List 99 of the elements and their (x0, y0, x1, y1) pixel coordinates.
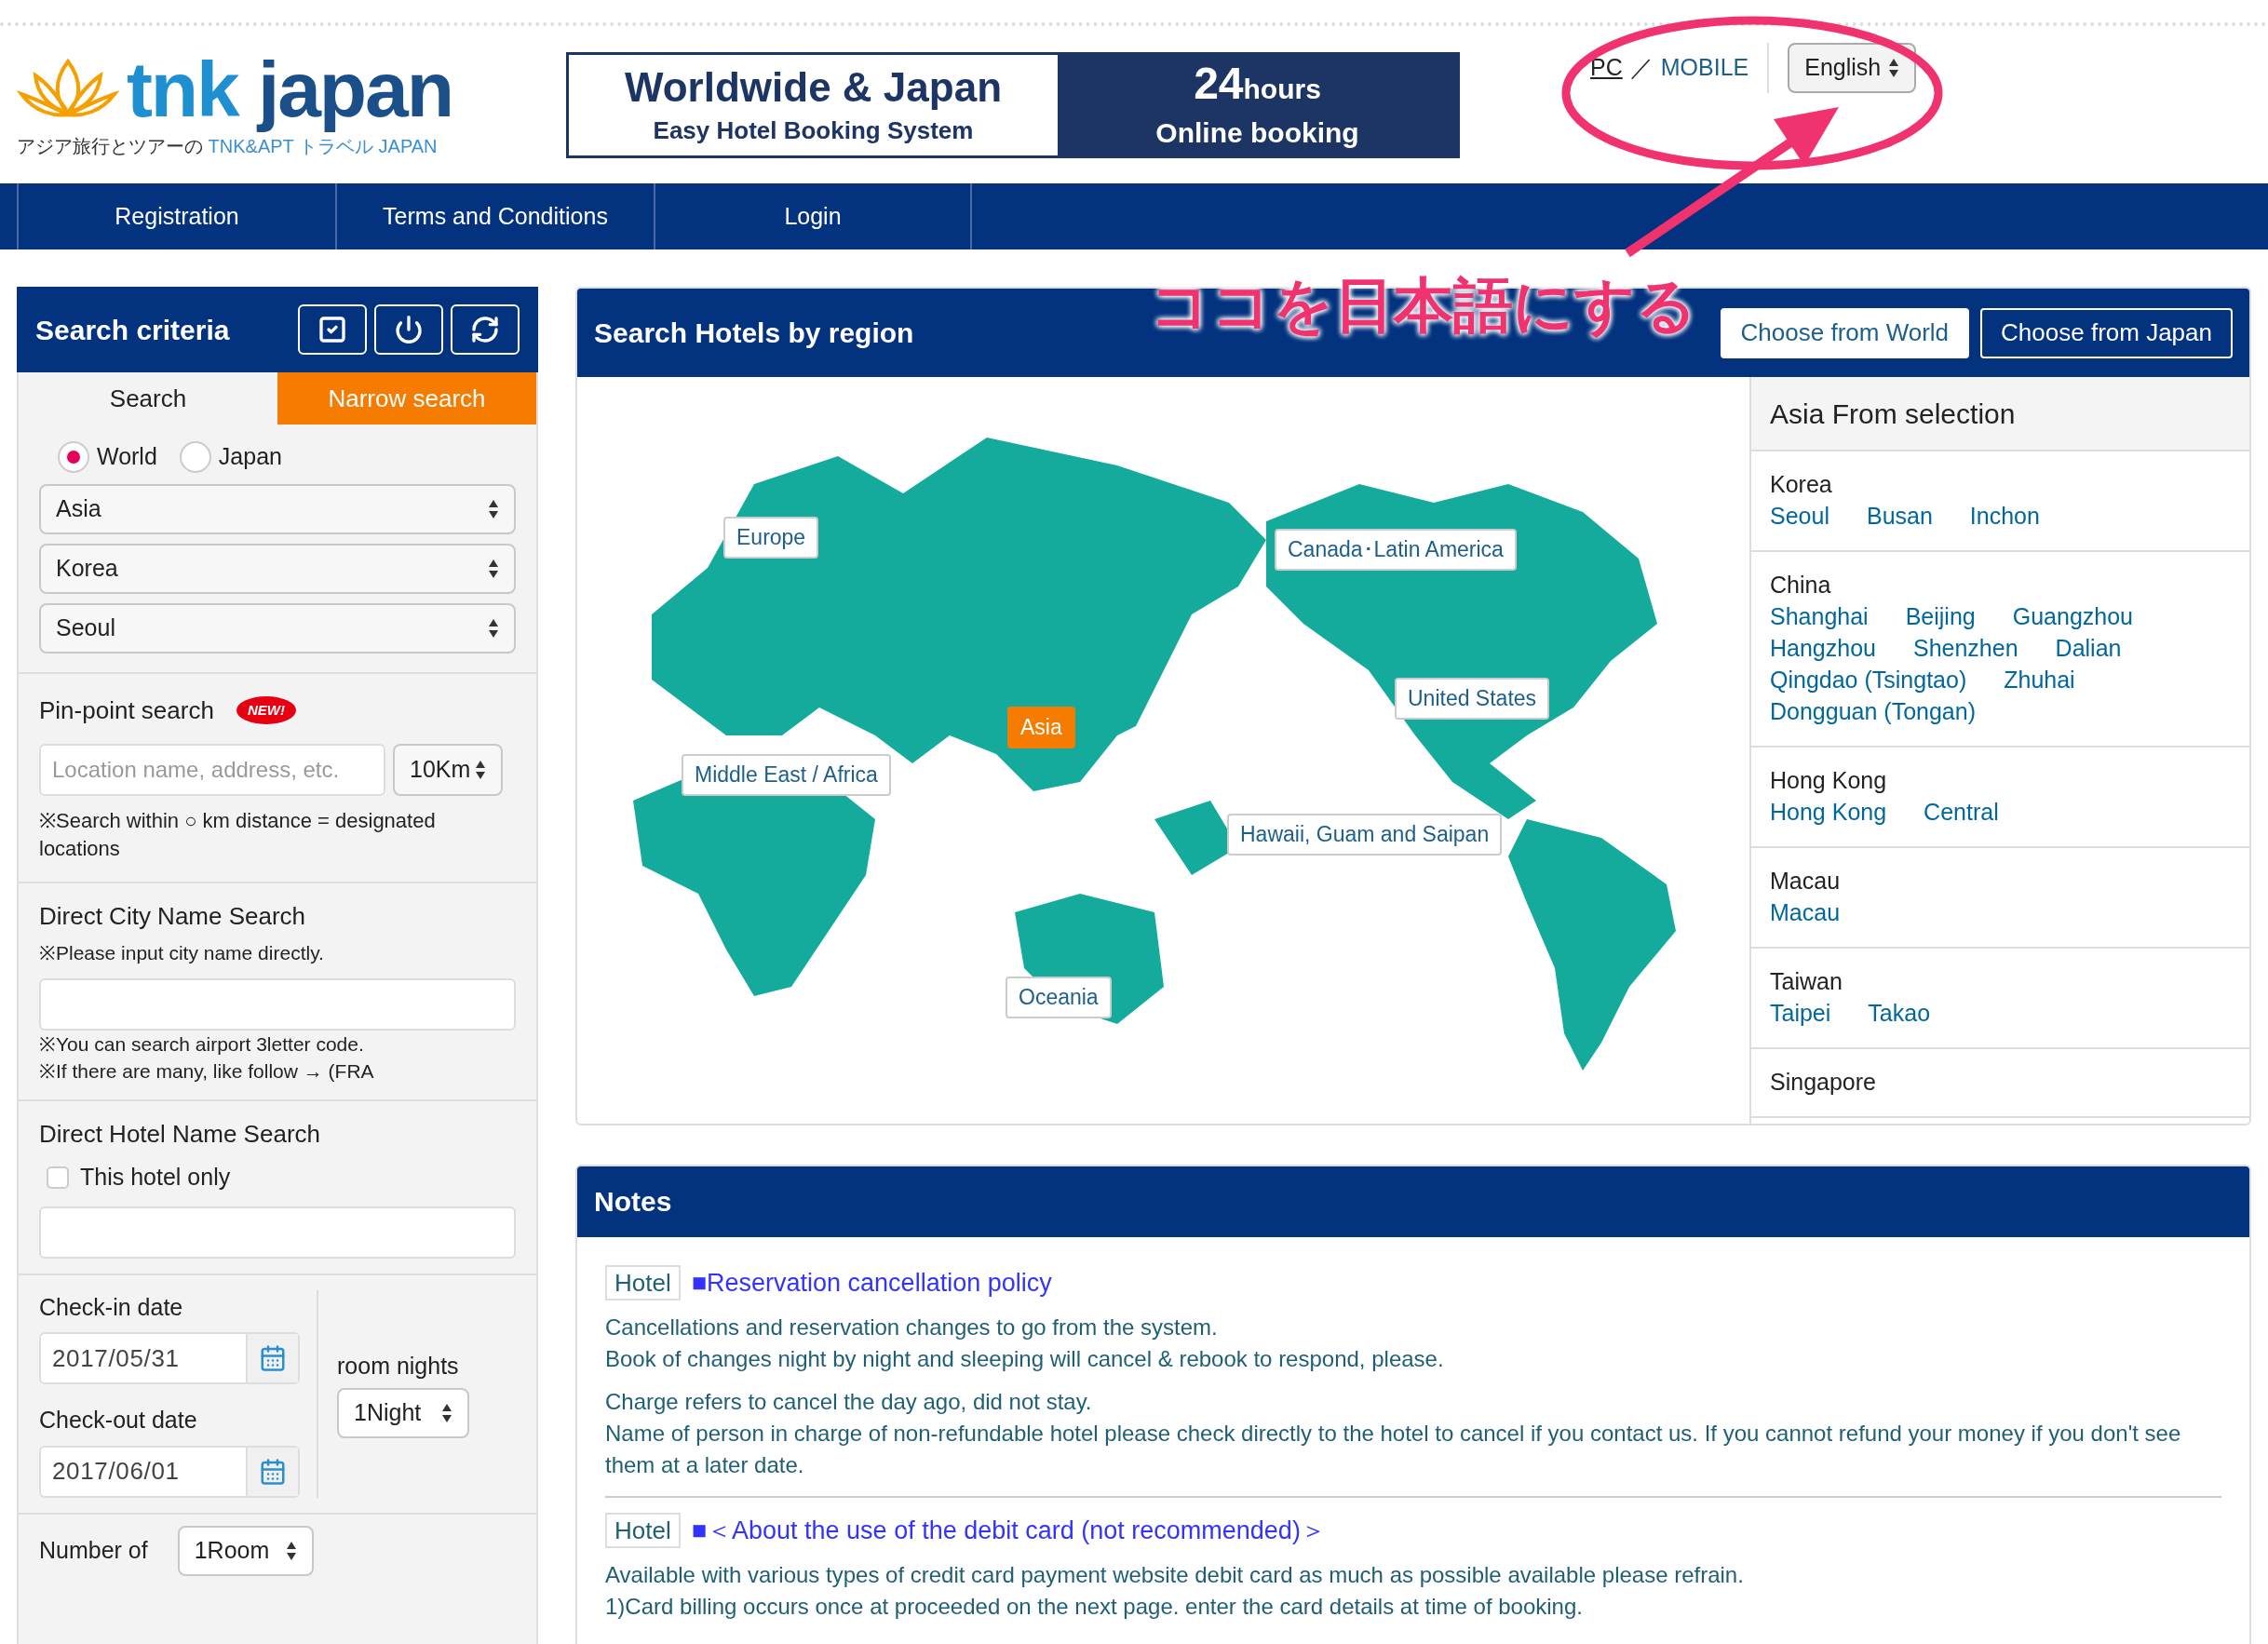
hotel-only-checkbox[interactable]: This hotel only (39, 1160, 516, 1195)
region-select[interactable]: Asia (39, 483, 516, 534)
scope-radio[interactable]: World (58, 439, 157, 475)
link-separator: ／ (1629, 52, 1654, 82)
nav-link[interactable]: Login (654, 183, 972, 249)
region-label[interactable]: Hawaii, Guam and Saipan (1227, 814, 1503, 856)
note-tag: Hotel (605, 1513, 681, 1548)
note-heading: ■＜About the use of the debit card (not recommended)＞ (691, 1516, 1326, 1546)
calendar-icon[interactable] (259, 1457, 287, 1486)
note-text: Book of changes night by night and sleeping will cancel & rebook to respond, please. (605, 1345, 1445, 1373)
note-heading: ■Reservation cancellation policy (691, 1268, 1052, 1299)
country-name: Singapore (1770, 1068, 1877, 1097)
nights-select[interactable]: 1Night (337, 1387, 469, 1438)
checkbox-icon (317, 315, 347, 344)
city-link[interactable]: Zhuhai (2004, 664, 2075, 695)
city-link[interactable]: Shenzhen (1913, 632, 2018, 664)
hotel-name-field[interactable] (39, 1206, 516, 1259)
city-note: ※You can search airport 3letter code. (39, 1032, 365, 1057)
nav-link[interactable]: Registration (17, 183, 335, 249)
logo-tagline: アジア旅行とツアーの TNK&APT トラベル JAPAN (17, 134, 439, 158)
date-field[interactable]: 2017/05/31 (39, 1332, 300, 1384)
refresh-icon (470, 315, 500, 344)
city-link[interactable]: Beijing (1905, 600, 1976, 632)
section-title: Direct Hotel Name Search (39, 1119, 321, 1150)
region-label[interactable]: Oceania (1006, 977, 1112, 1018)
rooms-label: Number of (39, 1535, 148, 1565)
location-field[interactable]: Location name, address, etc. (39, 743, 385, 796)
city-link[interactable]: Taipei (1770, 997, 1831, 1029)
scope-radio[interactable]: Japan (179, 439, 282, 475)
city-link[interactable]: Hong Kong (1770, 796, 1887, 828)
city-link[interactable]: Macau (1770, 896, 1841, 928)
nights-label: room nights (337, 1352, 460, 1381)
choose-button[interactable]: Choose from World (1720, 307, 1970, 358)
city-link[interactable]: Dalian (2055, 632, 2122, 664)
select-arrows-icon (441, 1402, 452, 1423)
city-link[interactable]: Guangzhou (2012, 600, 2133, 632)
annotation-text: ココを日本語にする (1150, 271, 1697, 341)
banner-subtitle: Easy Hotel Booking System (653, 115, 974, 146)
city-link[interactable]: Central (1924, 796, 1999, 828)
city-link[interactable]: Seoul (1770, 500, 1829, 532)
check-button[interactable] (298, 304, 367, 355)
select-arrows-icon (488, 498, 499, 519)
region-label[interactable]: Middle East / Africa (682, 754, 891, 796)
city-link[interactable]: Qingdao (Tsingtao) (1770, 664, 1967, 695)
region-select[interactable]: Seoul (39, 602, 516, 654)
section-title: Direct City Name Search (39, 900, 307, 932)
date-label: Check-out date (39, 1406, 198, 1435)
banner-title: Worldwide & Japan (625, 62, 1002, 112)
select-arrows-icon (475, 759, 486, 780)
select-arrows-icon (488, 617, 499, 639)
language-select[interactable]: English (1788, 42, 1917, 93)
power-button[interactable] (374, 304, 443, 355)
pinpoint-note: ※Search within ○ km distance = designated locations (39, 807, 437, 862)
city-link[interactable]: Busan (1866, 500, 1933, 532)
country-name: Hong Kong (1770, 766, 1888, 795)
city-hint: ※Please input city name directly. (39, 940, 325, 965)
panel-title: Notes (594, 1184, 672, 1219)
region-select[interactable]: Korea (39, 543, 516, 594)
mobile-link[interactable]: MOBILE (1660, 49, 1749, 86)
panel-title: Search Hotels by region (594, 317, 914, 350)
region-label[interactable]: Canada･Latin America (1275, 529, 1517, 571)
calendar-icon[interactable] (259, 1344, 287, 1372)
select-arrows-icon (285, 1540, 297, 1561)
nav-link[interactable]: Terms and Conditions (335, 183, 654, 249)
note-text: 1)Card billing occurs once at proceeded on the next page. enter the card details at time of booking. (605, 1593, 1584, 1621)
note-text: Cancellations and reservation changes to go from the system. (605, 1314, 1219, 1341)
city-link[interactable]: Takao (1868, 997, 1931, 1029)
panel-title: Search criteria (35, 313, 230, 347)
note-tag: Hotel (605, 1265, 681, 1300)
country-name: Korea (1770, 470, 1833, 499)
rooms-select[interactable]: 1Room (177, 1525, 314, 1576)
date-field[interactable]: 2017/06/01 (39, 1445, 300, 1498)
banner-online: Online booking (1155, 116, 1359, 150)
note-text: Name of person in charge of non-refundable hotel please check directly to the hotel to cancel if you contact us. If you cannot refund your money if you don't see them at a later date. (605, 1420, 2182, 1479)
city-field[interactable] (39, 978, 516, 1031)
city-link[interactable]: Shanghai (1770, 600, 1869, 632)
country-name: China (1770, 571, 1832, 600)
country-name: Taiwan (1770, 967, 1843, 996)
banner-hours: 24hours (1194, 58, 1321, 110)
pc-link[interactable]: PC (1590, 49, 1623, 86)
list-title: Asia From selection (1770, 397, 2016, 431)
choose-button[interactable]: Choose from Japan (1980, 307, 2233, 358)
city-link[interactable]: Hangzhou (1770, 632, 1876, 664)
note-text: Available with various types of credit card payment website debit card as much as possible available please refrain. (605, 1561, 1745, 1589)
city-link[interactable]: Dongguan (Tongan) (1770, 695, 1976, 727)
city-note: ※If there are many, like follow → (FRA (39, 1059, 375, 1084)
region-label[interactable]: Europe (723, 517, 819, 559)
power-icon (394, 315, 424, 344)
city-link[interactable]: Inchon (1969, 500, 2040, 532)
section-title: Pin-point search (39, 694, 214, 726)
new-badge: NEW! (236, 695, 296, 725)
distance-select[interactable]: 10Km (393, 743, 503, 796)
select-arrows-icon (488, 558, 499, 579)
select-arrows-icon (1888, 57, 1900, 78)
note-text: Charge refers to cancel the day ago, did not stay. (605, 1388, 1093, 1416)
region-label[interactable]: United States (1395, 678, 1550, 720)
country-name: Macau (1770, 867, 1842, 896)
date-label: Check-in date (39, 1292, 184, 1322)
refresh-button[interactable] (451, 304, 520, 355)
